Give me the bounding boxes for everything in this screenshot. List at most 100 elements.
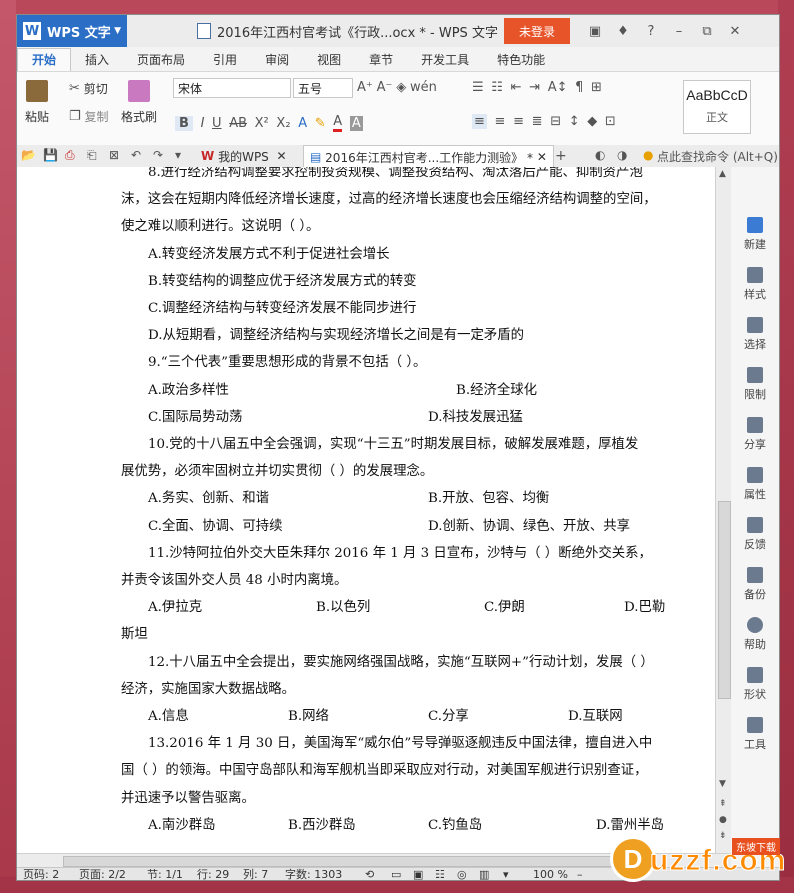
- tab-document[interactable]: ▤ 2016年江西村官考...工作能力测验》 * ✕: [303, 145, 554, 168]
- align-center-icon[interactable]: ≡: [495, 114, 506, 129]
- side-new[interactable]: 新建: [731, 217, 779, 252]
- align-right-icon[interactable]: ≡: [513, 114, 524, 129]
- tab-review[interactable]: 审阅: [251, 49, 303, 71]
- shirt-icon[interactable]: ♦: [609, 24, 637, 39]
- font-size-select[interactable]: 五号: [293, 78, 353, 98]
- tab-sections[interactable]: 章节: [355, 49, 407, 71]
- close-tab-icon[interactable]: ✕: [276, 149, 286, 163]
- side-help[interactable]: 帮助: [731, 617, 779, 652]
- folder-icon[interactable]: 📂: [21, 148, 36, 162]
- side-feedback[interactable]: 反馈: [731, 517, 779, 552]
- highlight-icon[interactable]: ✎: [315, 116, 326, 131]
- view-web-icon[interactable]: ◎: [457, 868, 467, 880]
- view-menu-icon[interactable]: ▾: [503, 868, 509, 880]
- font-grow-shrink[interactable]: A⁺ A⁻ ◈ wén: [357, 80, 437, 95]
- tab-home[interactable]: 开始: [17, 48, 72, 71]
- vertical-scrollbar[interactable]: ▲ ▼ ⇞ ● ⇟: [715, 167, 732, 853]
- border-icon[interactable]: ⊡: [605, 114, 616, 129]
- undo-icon[interactable]: ↶: [131, 148, 141, 162]
- close-icon[interactable]: ✕: [721, 24, 749, 39]
- show-marks-icon[interactable]: ¶: [575, 80, 583, 95]
- bullet-list-icon[interactable]: ☰: [472, 80, 484, 95]
- subscript-icon[interactable]: X₂: [276, 116, 290, 131]
- side-properties[interactable]: 属性: [731, 467, 779, 502]
- view-read-icon[interactable]: ▥: [479, 868, 489, 880]
- minimize-icon[interactable]: –: [665, 24, 693, 39]
- clear-format-icon[interactable]: ◈: [396, 80, 406, 95]
- prev-page-icon[interactable]: ⇞: [719, 799, 727, 809]
- scroll-down-icon[interactable]: ▼: [719, 779, 726, 789]
- nav-icon[interactable]: ◐: [595, 148, 605, 162]
- command-search[interactable]: 点此查找命令 (Alt+Q): [657, 148, 778, 165]
- tab-insert[interactable]: 插入: [71, 49, 123, 71]
- outdent-icon[interactable]: ⇤: [511, 80, 522, 95]
- tab-references[interactable]: 引用: [199, 49, 251, 71]
- properties-icon: [747, 467, 763, 483]
- document-page[interactable]: 8.进行经济结构调整要求控制投资规模、调整投资结构、淘汰落后产能、抑制资产泡 沫…: [17, 167, 715, 853]
- justify-icon[interactable]: ≣: [532, 114, 543, 129]
- status-words[interactable]: 字数: 1303: [285, 868, 342, 880]
- help-icon[interactable]: ?: [637, 24, 665, 39]
- font-shrink-icon[interactable]: A⁻: [377, 80, 393, 95]
- view-page-icon[interactable]: ▣: [413, 868, 423, 880]
- side-restrict[interactable]: 限制: [731, 367, 779, 402]
- tab-view[interactable]: 视图: [303, 49, 355, 71]
- tab-features[interactable]: 特色功能: [483, 49, 559, 71]
- restore-icon[interactable]: ⧉: [693, 24, 721, 39]
- save-icon[interactable]: 💾: [43, 148, 58, 162]
- align-left-icon[interactable]: ≡: [472, 114, 487, 129]
- redo-icon[interactable]: ↷: [153, 148, 163, 162]
- font-color-icon[interactable]: A: [333, 114, 343, 132]
- numbered-list-icon[interactable]: ☷: [491, 80, 503, 95]
- view-outline-icon[interactable]: ☷: [435, 868, 445, 880]
- scroll-thumb[interactable]: [718, 501, 731, 699]
- ideas-icon[interactable]: ◑: [617, 148, 627, 162]
- h-scroll-thumb[interactable]: [63, 856, 645, 867]
- view-fullscreen-icon[interactable]: ▭: [391, 868, 401, 880]
- distribute-icon[interactable]: ⊟: [550, 114, 561, 129]
- superscript-icon[interactable]: X²: [255, 116, 269, 131]
- tab-page-layout[interactable]: 页面布局: [123, 49, 199, 71]
- new-tab-icon[interactable]: +: [555, 148, 567, 164]
- paste-button[interactable]: 粘贴: [25, 80, 49, 125]
- font-grow-icon[interactable]: A⁺: [357, 80, 373, 95]
- app-menu-button[interactable]: W WPS 文字 ▼: [17, 15, 127, 47]
- side-tools[interactable]: 工具: [731, 717, 779, 752]
- print-icon[interactable]: ⎗: [87, 148, 97, 163]
- strikethrough-icon[interactable]: AB: [229, 116, 247, 131]
- select-browse-icon[interactable]: ●: [719, 815, 727, 825]
- pdf-icon[interactable]: ⎙: [65, 148, 75, 163]
- bold-icon[interactable]: B: [175, 115, 193, 131]
- side-shapes[interactable]: 形状: [731, 667, 779, 702]
- preview-icon[interactable]: ⊠: [109, 148, 119, 162]
- zoom-out-icon[interactable]: –: [577, 868, 583, 880]
- tab-developer[interactable]: 开发工具: [407, 49, 483, 71]
- copy-button[interactable]: ❐ 复制: [69, 108, 109, 125]
- font-name-select[interactable]: 宋体: [173, 78, 291, 98]
- track-icon[interactable]: ⟲: [365, 868, 374, 880]
- sort-icon[interactable]: A↕: [548, 80, 568, 95]
- side-select[interactable]: 选择: [731, 317, 779, 352]
- text-effect-icon[interactable]: A: [298, 116, 307, 131]
- zoom-level[interactable]: 100 %: [533, 868, 568, 880]
- skin-icon[interactable]: ▣: [581, 24, 609, 39]
- indent-icon[interactable]: ⇥: [529, 80, 540, 95]
- side-style[interactable]: 样式: [731, 267, 779, 302]
- style-normal[interactable]: AaBbCcD 正文: [683, 80, 751, 134]
- tab-my-wps[interactable]: W 我的WPS ✕: [195, 145, 293, 167]
- line-spacing-icon[interactable]: ↕: [569, 114, 580, 129]
- cut-button[interactable]: ✂ 剪切: [69, 80, 108, 97]
- side-share[interactable]: 分享: [731, 417, 779, 452]
- italic-icon[interactable]: I: [201, 116, 205, 131]
- format-painter-button[interactable]: 格式刷: [121, 80, 157, 125]
- customize-icon[interactable]: ▾: [175, 148, 181, 162]
- shading-icon[interactable]: ◆: [587, 114, 597, 129]
- char-shading-icon[interactable]: A: [349, 115, 363, 131]
- login-button[interactable]: 未登录: [504, 18, 570, 44]
- underline-icon[interactable]: U: [212, 116, 222, 131]
- table-icon[interactable]: ⊞: [591, 80, 602, 95]
- side-backup[interactable]: 备份: [731, 567, 779, 602]
- scroll-up-icon[interactable]: ▲: [719, 169, 726, 179]
- pinyin-icon[interactable]: wén: [410, 80, 437, 95]
- close-doc-tab-icon[interactable]: ✕: [537, 150, 547, 164]
